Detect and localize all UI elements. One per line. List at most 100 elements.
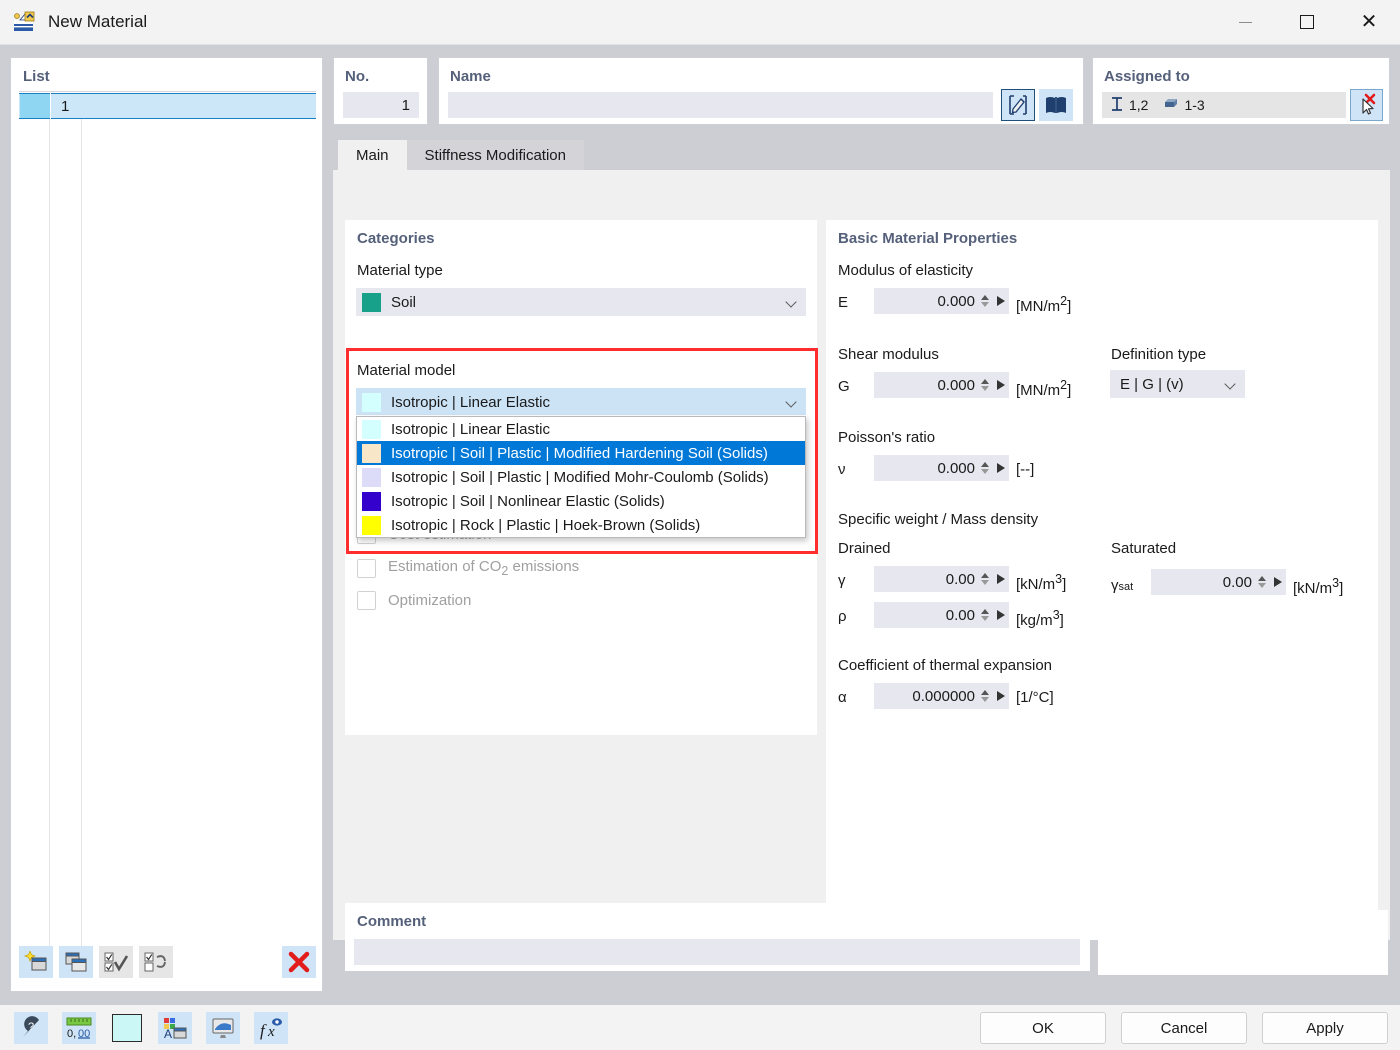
material-model-dropdown[interactable]: Isotropic | Linear Elastic Isotropic | S… [356,416,806,538]
chevron-down-icon [787,397,797,407]
red-x-icon[interactable] [282,946,316,978]
spinner-icon[interactable] [981,379,990,391]
drained-label: Drained [838,540,891,557]
option-label: Isotropic | Soil | Plastic | Modified Ha… [391,444,768,462]
expand-arrow-icon[interactable] [997,296,1005,306]
expand-arrow-icon[interactable] [997,574,1005,584]
name-input[interactable] [448,92,993,118]
option-label: Isotropic | Soil | Plastic | Modified Mo… [391,468,769,486]
name-panel: Name [438,57,1084,125]
modulus-of-elasticity-input[interactable]: 0.000 [874,288,1009,314]
dropdown-option-nonlinear-elastic[interactable]: Isotropic | Soil | Nonlinear Elastic (So… [357,489,805,513]
footer: ? 0, 00 A f x OK Cancel Apply [0,1005,1400,1050]
list-item-number: 1 [61,97,70,115]
assigned-solids-value: 1-3 [1184,97,1205,113]
expand-arrow-icon[interactable] [1274,577,1282,587]
shear-modulus-label: Shear modulus [838,346,939,363]
thermal-expansion-label: Coefficient of thermal expansion [838,657,1053,674]
material-type-select[interactable]: Soil [356,288,806,316]
option-label: Isotropic | Rock | Plastic | Hoek-Brown … [391,516,701,534]
minimize-icon[interactable] [1214,0,1276,45]
material-type-label: Material type [357,262,443,279]
display-properties-icon[interactable]: A [158,1012,192,1044]
checkbox-optimization [357,591,376,610]
poissons-ratio-input[interactable]: 0.000 [874,455,1009,481]
cancel-button[interactable]: Cancel [1121,1012,1247,1044]
library-book-icon[interactable] [1039,89,1073,121]
definition-type-value: E | G | (v) [1120,375,1184,393]
auxiliary-panel [1098,910,1388,975]
material-model-label: Material model [357,362,456,379]
expand-arrow-icon[interactable] [997,380,1005,390]
dialog-body: List 1 No. 1 Name Assigned to 1,2 1-3 Ma… [0,45,1400,1005]
spinner-icon[interactable] [981,690,990,702]
thermal-expansion-input[interactable]: 0.000000 [874,683,1009,709]
invert-selection-icon[interactable] [139,946,173,978]
gamma-sat-unit: [kN/m3] [1293,576,1344,597]
shear-modulus-input[interactable]: 0.000 [874,372,1009,398]
expand-arrow-icon[interactable] [997,610,1005,620]
assigned-to-title: Assigned to [1104,68,1190,85]
apply-button[interactable]: Apply [1262,1012,1388,1044]
dropdown-option-modified-hardening-soil[interactable]: Isotropic | Soil | Plastic | Modified Ha… [357,441,805,465]
poissons-ratio-symbol: ν [838,461,846,478]
material-window-icon [12,10,36,34]
spinner-icon[interactable] [981,609,990,621]
modulus-of-elasticity-symbol: E [838,294,849,311]
titlebar: New Material ✕ [0,0,1400,45]
dropdown-option-linear-elastic[interactable]: Isotropic | Linear Elastic [357,417,805,441]
dropdown-option-modified-mohr-coulomb[interactable]: Isotropic | Soil | Plastic | Modified Mo… [357,465,805,489]
check-all-icon[interactable] [99,946,133,978]
list-item[interactable]: 1 [19,93,316,119]
field-value: 0.000000 [912,687,975,705]
field-value: 0.00 [1222,573,1252,591]
gamma-sat-input[interactable]: 0.00 [1151,569,1286,595]
tab-stiffness-modification[interactable]: Stiffness Modification [406,140,584,170]
spinner-icon[interactable] [1258,576,1267,588]
help-search-icon[interactable]: ? [14,1012,48,1044]
list-panel-title: List [23,68,50,85]
tab-main[interactable]: Main [338,140,407,170]
maximize-icon[interactable] [1276,0,1338,45]
gamma-input[interactable]: 0.00 [874,566,1009,592]
decimal-places-icon[interactable]: 0, 00 [62,1012,96,1044]
rho-symbol: ρ [838,608,847,625]
i-beam-icon [1110,96,1124,115]
spinner-icon[interactable] [981,295,990,307]
expand-arrow-icon[interactable] [997,463,1005,473]
option-label: Optimization [388,592,472,609]
clear-assignment-icon[interactable] [1350,89,1383,121]
chevron-down-icon [1226,379,1236,389]
close-icon[interactable]: ✕ [1338,0,1400,45]
field-value: 0.00 [945,606,975,624]
color-swatch-icon[interactable] [110,1012,144,1044]
spinner-icon[interactable] [981,573,990,585]
thermal-expansion-symbol: α [838,689,847,706]
assigned-to-field[interactable]: 1,2 1-3 [1102,92,1346,118]
chevron-down-icon [787,297,797,307]
spinner-icon[interactable] [981,462,990,474]
poissons-ratio-unit: [--] [1016,461,1035,478]
edit-pencil-icon[interactable] [1001,89,1035,121]
main-content: Categories Material type Soil Material m… [333,170,1390,940]
comment-input[interactable] [354,939,1080,965]
dropdown-option-hoek-brown[interactable]: Isotropic | Rock | Plastic | Hoek-Brown … [357,513,805,537]
material-model-select[interactable]: Isotropic | Linear Elastic [356,388,806,416]
basic-material-properties-card: Basic Material Properties Modulus of ela… [826,220,1378,940]
thermal-expansion-unit: [1/°C] [1016,689,1054,706]
render-view-icon[interactable] [206,1012,240,1044]
formula-icon[interactable]: f x [254,1012,288,1044]
saturated-label: Saturated [1111,540,1177,557]
new-window-star-icon[interactable] [19,946,53,978]
svg-text:f: f [260,1021,267,1040]
name-panel-title: Name [450,68,491,85]
definition-type-select[interactable]: E | G | (v) [1110,370,1245,398]
solid-icon [1163,97,1179,114]
no-input[interactable]: 1 [343,92,419,118]
list-rows: 1 [19,93,316,963]
rho-input[interactable]: 0.00 [874,602,1009,628]
expand-arrow-icon[interactable] [997,691,1005,701]
option-label: Isotropic | Linear Elastic [391,420,550,438]
ok-button[interactable]: OK [980,1012,1106,1044]
copy-window-icon[interactable] [59,946,93,978]
